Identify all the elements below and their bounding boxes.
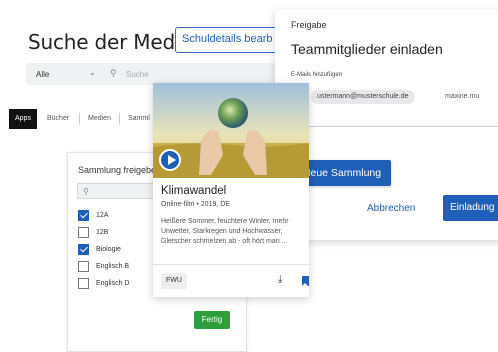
share-panel-header: Sammlung freigebe (78, 165, 157, 175)
tab-media[interactable]: Medien (88, 109, 111, 129)
checkbox[interactable] (78, 261, 89, 272)
search-icon: ⚲ (83, 187, 89, 196)
tab-divider (79, 113, 80, 125)
chevron-down-icon[interactable]: ⌄ (89, 68, 96, 77)
play-icon[interactable] (159, 149, 181, 171)
search-icon: ⚲ (110, 68, 117, 78)
send-invite-button[interactable]: Einladung (443, 195, 498, 221)
email-field[interactable]: ustermann@musterschule.de maxine.mu (291, 86, 498, 122)
option-label: Englisch D (96, 280, 130, 287)
checkbox-checked[interactable] (78, 210, 89, 221)
option-label: Biologie (96, 246, 121, 253)
bookmark-icon[interactable] (302, 276, 309, 286)
media-description: Heißere Sommer, feuchtere Winter, mehr U… (161, 218, 289, 245)
search-bar: Alle ⌄ ⚲ Suche (26, 63, 286, 85)
option-label: Englisch B (96, 263, 130, 270)
publisher-badge: FWU (161, 273, 187, 289)
download-icon[interactable]: ⤓ (278, 274, 282, 285)
dialog-section-label: Freigabe (291, 20, 327, 30)
media-meta: Online-film • 2019, DE (161, 201, 230, 208)
filter-select-value[interactable]: Alle (36, 70, 49, 79)
tab-books[interactable]: Bücher (47, 109, 69, 129)
dialog-heading: Teammitglieder einladen (291, 41, 443, 57)
done-button[interactable]: Fertig (194, 311, 230, 329)
email-field-label: E-Mails hinzufügen (291, 72, 343, 78)
email-chip[interactable]: ustermann@musterschule.de (311, 90, 415, 104)
tab-divider (119, 113, 120, 125)
tab-apps[interactable]: Apps (9, 109, 37, 129)
checkbox[interactable] (78, 227, 89, 238)
email-chip[interactable]: maxine.mu (445, 93, 479, 100)
option-label: 12B (96, 229, 109, 236)
card-divider (153, 264, 309, 265)
option-label: 12A (96, 212, 109, 219)
tab-collections[interactable]: Samml (128, 109, 150, 129)
cancel-button[interactable]: Abbrechen (367, 203, 415, 214)
media-card[interactable]: Klimawandel Online-film • 2019, DE Heiße… (153, 83, 309, 297)
search-input[interactable]: Suche (126, 70, 149, 79)
email-field-underline (291, 126, 498, 127)
media-title[interactable]: Klimawandel (161, 185, 226, 197)
checkbox-checked[interactable] (78, 244, 89, 255)
checkbox[interactable] (78, 278, 89, 289)
